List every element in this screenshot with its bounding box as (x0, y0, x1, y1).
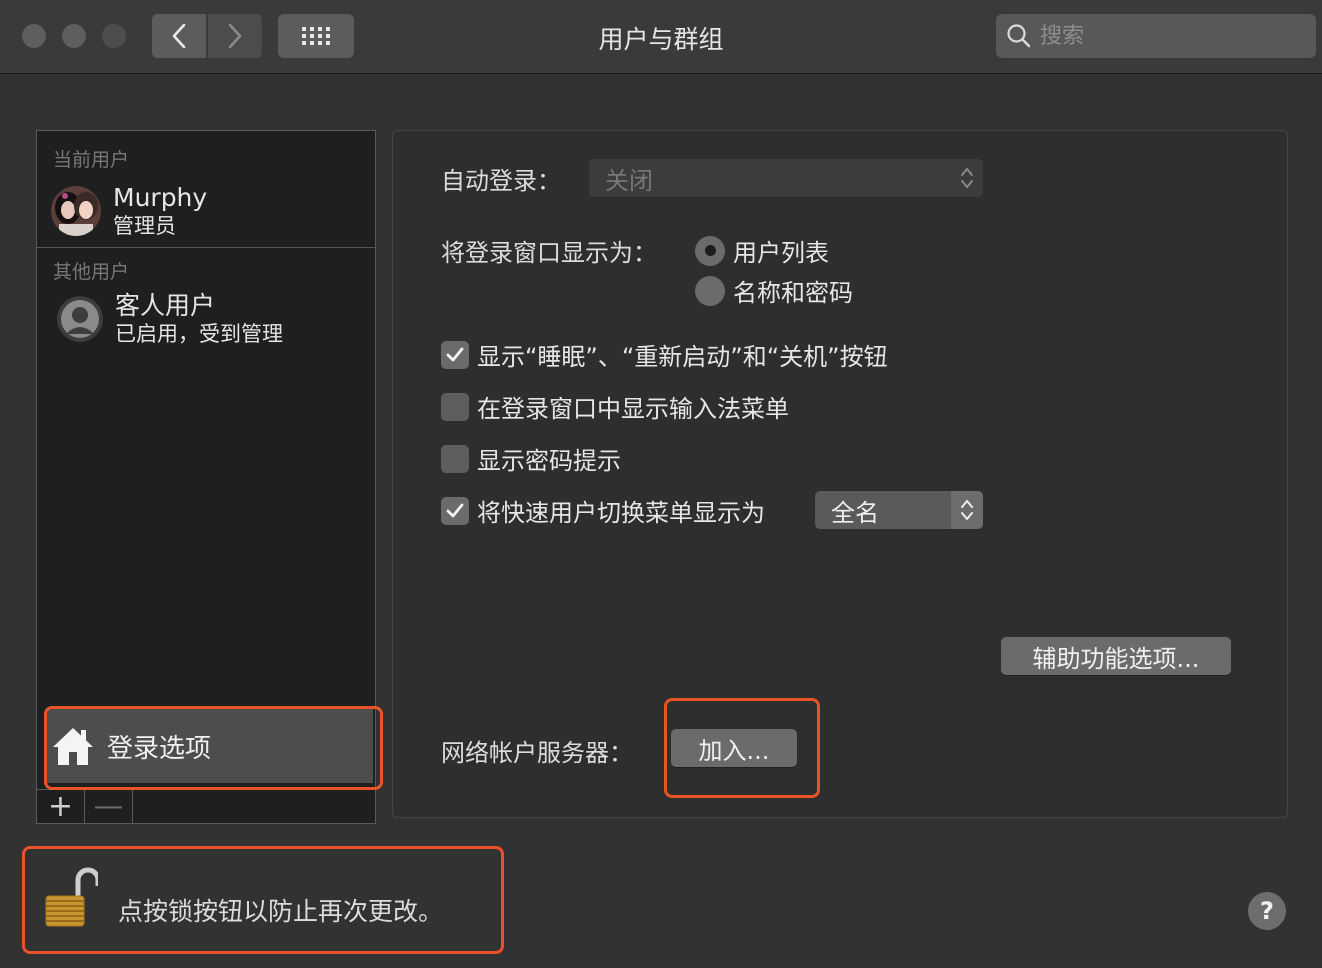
radio-name-password[interactable]: 名称和密码 (695, 273, 853, 308)
show-all-button[interactable] (278, 14, 354, 58)
guest-avatar-icon (57, 296, 103, 342)
title-bar: 用户与群组 (0, 0, 1322, 74)
user-avatar (51, 186, 101, 236)
user-status: 已启用，受到管理 (115, 322, 283, 346)
user-name: Murphy (113, 183, 208, 212)
radio-button[interactable] (695, 275, 725, 306)
grid-icon (302, 27, 330, 45)
zoom-window-button[interactable] (102, 24, 126, 48)
chevron-right-icon (228, 23, 242, 49)
other-users-heading: 其他用户 (53, 261, 130, 283)
radio-label: 用户列表 (733, 239, 829, 267)
forward-button[interactable] (208, 14, 262, 58)
auto-login-label: 自动登录： (441, 167, 561, 195)
checkbox[interactable] (441, 444, 469, 473)
add-remove-bar: + — (37, 789, 375, 823)
sidebar-divider (37, 247, 375, 248)
checkbox-label: 在登录窗口中显示输入法菜单 (477, 395, 789, 423)
minimize-window-button[interactable] (62, 24, 86, 48)
user-role: 管理员 (113, 214, 176, 238)
close-window-button[interactable] (22, 24, 46, 48)
chevron-left-icon (172, 23, 186, 49)
fast-switch-value: 全名 (831, 498, 879, 527)
checkbox[interactable] (441, 340, 469, 369)
radio-selected-dot (704, 245, 716, 256)
checkbox-show-power-buttons[interactable]: 显示“睡眠”、“重新启动”和“关机”按钮 (441, 337, 888, 372)
checkmark-icon (446, 347, 464, 361)
accessibility-options-button[interactable]: 辅助功能选项... (1001, 637, 1231, 675)
checkbox[interactable] (441, 496, 469, 525)
checkbox-label: 将快速用户切换菜单显示为 (477, 499, 765, 527)
help-button[interactable]: ? (1248, 892, 1286, 930)
highlight-login-options (44, 706, 383, 790)
search-input[interactable] (1040, 23, 1290, 49)
checkmark-icon (446, 503, 464, 517)
back-button[interactable] (152, 14, 206, 58)
display-as-label: 将登录窗口显示为： (441, 239, 657, 267)
checkbox-fast-user-switching[interactable]: 将快速用户切换菜单显示为 (441, 493, 765, 528)
add-user-button[interactable]: + (37, 790, 85, 823)
fast-switch-popup[interactable]: 全名 (815, 491, 983, 529)
updown-chevron-icon (951, 159, 983, 197)
user-item-guest[interactable]: 客人用户 已启用，受到管理 (57, 291, 395, 347)
checkbox-label: 显示密码提示 (477, 447, 621, 475)
auto-login-popup[interactable]: 关闭 (589, 159, 983, 197)
search-icon (1007, 24, 1031, 48)
radio-button[interactable] (695, 235, 725, 266)
updown-chevron-icon (951, 491, 983, 529)
checkbox-show-password-hints[interactable]: 显示密码提示 (441, 441, 621, 476)
radio-user-list[interactable]: 用户列表 (695, 233, 829, 268)
checkbox[interactable] (441, 392, 469, 421)
current-users-heading: 当前用户 (53, 149, 130, 171)
network-server-label: 网络帐户服务器： (441, 739, 633, 767)
checkbox-show-input-menu[interactable]: 在登录窗口中显示输入法菜单 (441, 389, 789, 424)
highlight-lock-area (22, 846, 504, 954)
user-item-current[interactable]: Murphy 管理员 (51, 183, 389, 239)
checkbox-label: 显示“睡眠”、“重新启动”和“关机”按钮 (477, 343, 888, 371)
highlight-join-button (664, 698, 820, 798)
user-name: 客人用户 (115, 291, 216, 320)
login-options-panel: 自动登录： 关闭 将登录窗口显示为： 用户列表 名称和密码 显示“睡眠”、“重新… (392, 130, 1288, 818)
auto-login-value: 关闭 (605, 166, 653, 195)
search-field[interactable] (996, 14, 1316, 58)
radio-label: 名称和密码 (733, 279, 853, 307)
remove-user-button[interactable]: — (85, 790, 133, 823)
